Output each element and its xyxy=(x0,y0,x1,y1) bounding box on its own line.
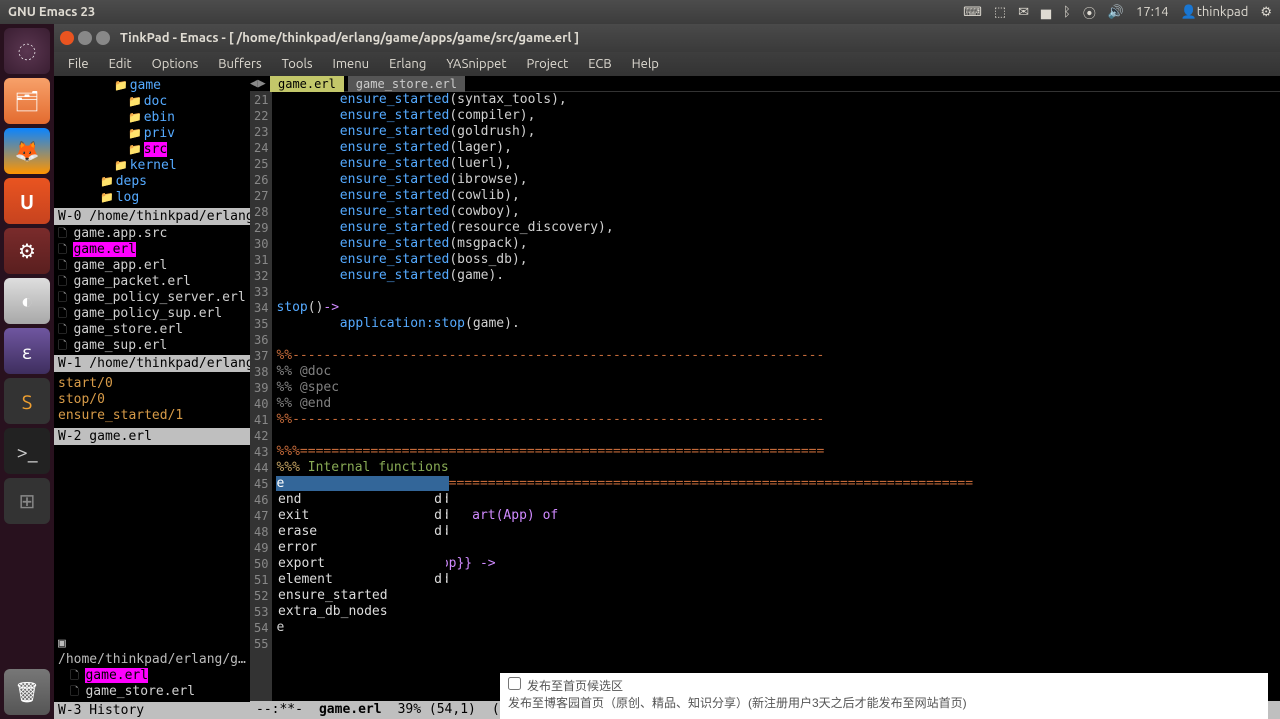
tree-item[interactable]: kernel xyxy=(58,158,246,174)
tree-item[interactable]: priv xyxy=(58,126,246,142)
menu-edit[interactable]: Edit xyxy=(101,55,140,73)
dash-icon[interactable]: ◌ xyxy=(4,28,50,74)
ecb-w0-files[interactable]: game.app.srcgame.erlgame_app.erlgame_pac… xyxy=(54,225,250,355)
emacs-icon[interactable]: ε xyxy=(4,328,50,374)
completion-item[interactable]: erased xyxy=(274,524,446,540)
tree-item[interactable]: deps xyxy=(58,174,246,190)
user-menu[interactable]: 👤 thinkpad xyxy=(1181,5,1249,20)
history-item[interactable]: game.erl xyxy=(58,668,246,684)
ubuntu-top-panel: GNU Emacs 23 ⌨ ⬚ ✉ ▅ ᛒ ⦿ 🔊 17:14 👤 think… xyxy=(0,0,1280,24)
tab-scroll-arrows[interactable]: ◀▶ xyxy=(250,76,266,91)
ecb-sidebar: gamedocebinprivsrckerneldepslog W-0 /hom… xyxy=(54,76,250,719)
tree-item[interactable]: doc xyxy=(58,94,246,110)
history-item[interactable]: game_store.erl xyxy=(58,684,246,700)
completion-item[interactable]: ensure_started xyxy=(274,588,446,604)
tab-bar: ◀▶ game.erlgame_store.erl xyxy=(250,76,1280,92)
menu-options[interactable]: Options xyxy=(144,55,207,73)
files-icon[interactable]: 🗂 xyxy=(4,78,50,124)
completion-popup[interactable]: enddexitderasederrorexportelementdensure… xyxy=(274,492,446,620)
volume-icon[interactable]: 🔊 xyxy=(1108,5,1124,20)
file-item[interactable]: game.erl xyxy=(58,242,246,258)
menu-buffers[interactable]: Buffers xyxy=(210,55,269,73)
file-item[interactable]: game_app.erl xyxy=(58,258,246,274)
file-item[interactable]: game_policy_server.erl xyxy=(58,290,246,306)
completion-item[interactable]: error xyxy=(274,540,446,556)
completion-item[interactable]: export xyxy=(274,556,446,572)
editor-area: ◀▶ game.erlgame_store.erl 21222324252627… xyxy=(250,76,1280,719)
method-item[interactable]: stop/0 xyxy=(58,392,246,408)
completion-item[interactable]: exitd xyxy=(274,508,446,524)
input-icon[interactable]: ⬚ xyxy=(994,5,1006,20)
clock[interactable]: 17:14 xyxy=(1136,5,1169,19)
unity-launcher: ◌ 🗂 🦊 U ⚙ ◐ ε S >_ ⊞ 🗑 xyxy=(0,24,54,719)
tree-item[interactable]: src xyxy=(58,142,246,158)
file-item[interactable]: game_policy_sup.erl xyxy=(58,306,246,322)
system-tray: ⌨ ⬚ ✉ ▅ ᛒ ⦿ 🔊 17:14 👤 thinkpad ⚙ xyxy=(963,3,1272,22)
maximize-button[interactable] xyxy=(96,31,110,45)
file-item[interactable]: game_packet.erl xyxy=(58,274,246,290)
workspace-switcher-icon[interactable]: ⊞ xyxy=(4,478,50,524)
method-item[interactable]: start/0 xyxy=(58,376,246,392)
ecb-history[interactable]: ▣ /home/thinkpad/erlang/g… game.erlgame_… xyxy=(54,634,250,702)
ecb-w3-header: W-3 History xyxy=(54,702,250,719)
file-item[interactable]: game_sup.erl xyxy=(58,338,246,354)
background-page: 发布至首页候选区 发布至博客园首页（原创、精品、知识分享）(新注册用户3天之后才… xyxy=(500,673,1268,719)
menu-bar: FileEditOptionsBuffers ToolsImenuErlangYA… xyxy=(54,52,1280,76)
keyboard-icon[interactable]: ⌨ xyxy=(963,5,982,20)
tab[interactable]: game.erl xyxy=(270,76,344,92)
software-center-icon[interactable]: U xyxy=(4,178,50,224)
completion-item[interactable]: elementd xyxy=(274,572,446,588)
file-item[interactable]: game.app.src xyxy=(58,226,246,242)
gear-icon[interactable]: ⚙ xyxy=(1260,5,1272,20)
ecb-w1-header: W-1 /home/thinkpad/erlang/… xyxy=(54,355,250,372)
modeline-file: game.erl xyxy=(319,701,382,719)
ecb-directories[interactable]: gamedocebinprivsrckerneldepslog xyxy=(54,76,250,208)
tree-item[interactable]: log xyxy=(58,190,246,206)
menu-imenu[interactable]: Imenu xyxy=(325,55,378,73)
completion-item[interactable]: extra_db_nodes xyxy=(274,604,446,620)
battery-icon[interactable]: ▅ xyxy=(1041,5,1051,20)
tree-item[interactable]: ebin xyxy=(58,110,246,126)
sublime-icon[interactable]: S xyxy=(4,378,50,424)
menu-file[interactable]: File xyxy=(60,55,97,73)
menu-erlang[interactable]: Erlang xyxy=(381,55,434,73)
ecb-w2-header: W-2 game.erl xyxy=(54,428,250,445)
terminal-icon[interactable]: >_ xyxy=(4,428,50,474)
mail-icon[interactable]: ✉ xyxy=(1018,5,1029,20)
modeline-position: 39% (54,1) xyxy=(398,701,476,719)
close-button[interactable] xyxy=(60,31,74,45)
menu-yasnippet[interactable]: YASnippet xyxy=(438,55,514,73)
tree-item[interactable]: game xyxy=(58,78,246,94)
bluetooth-icon[interactable]: ᛒ xyxy=(1063,5,1071,19)
wifi-icon[interactable]: ⦿ xyxy=(1083,3,1096,22)
window-titlebar: TinkPad - Emacs - [ /home/thinkpad/erlan… xyxy=(54,24,1280,52)
menu-project[interactable]: Project xyxy=(518,55,576,73)
chromium-icon[interactable]: ◐ xyxy=(4,278,50,324)
minimize-button[interactable] xyxy=(78,31,92,45)
firefox-icon[interactable]: 🦊 xyxy=(4,128,50,174)
file-item[interactable]: game_store.erl xyxy=(58,322,246,338)
emacs-window: TinkPad - Emacs - [ /home/thinkpad/erlan… xyxy=(54,24,1280,719)
line-numbers: 2122232425262728293031323334353637383940… xyxy=(250,92,272,701)
menu-help[interactable]: Help xyxy=(624,55,667,73)
code-area[interactable]: 2122232425262728293031323334353637383940… xyxy=(250,92,1280,701)
method-item[interactable]: ensure_started/1 xyxy=(58,408,246,424)
panel-title: GNU Emacs 23 xyxy=(8,5,963,19)
trash-icon[interactable]: 🗑 xyxy=(4,669,50,715)
ecb-w0-header: W-0 /home/thinkpad/erlang/… xyxy=(54,208,250,225)
window-title: TinkPad - Emacs - [ /home/thinkpad/erlan… xyxy=(120,31,579,45)
publish-checkbox[interactable] xyxy=(508,677,521,690)
settings-icon[interactable]: ⚙ xyxy=(4,228,50,274)
tab[interactable]: game_store.erl xyxy=(348,76,465,92)
ecb-methods[interactable]: start/0stop/0ensure_started/1 xyxy=(54,372,250,428)
menu-tools[interactable]: Tools xyxy=(274,55,321,73)
completion-item[interactable]: endd xyxy=(274,492,446,508)
modeline-status: --:**- xyxy=(256,701,303,719)
menu-ecb[interactable]: ECB xyxy=(580,55,619,73)
